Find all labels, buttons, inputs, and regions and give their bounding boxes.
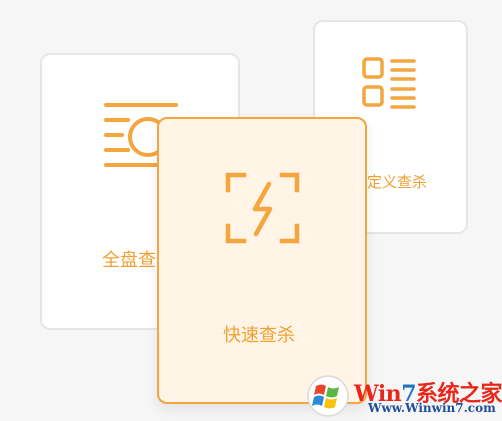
quick-scan-label: 快速查杀 (223, 325, 295, 346)
scan-mode-picker: 全盘查杀 定义查杀 快速查杀 Win7系统之家 Www.Winwin7.com (0, 0, 502, 421)
watermark-url: Www.Winwin7.com (368, 401, 496, 415)
windows-logo-icon (307, 375, 349, 417)
custom-scan-label: 定义查杀 (367, 173, 428, 191)
lightning-icon (225, 172, 300, 244)
win7-watermark: Win7系统之家 Www.Winwin7.com (306, 372, 502, 421)
quick-scan-card[interactable]: 快速查杀 (157, 117, 367, 404)
list-icon (362, 57, 416, 109)
